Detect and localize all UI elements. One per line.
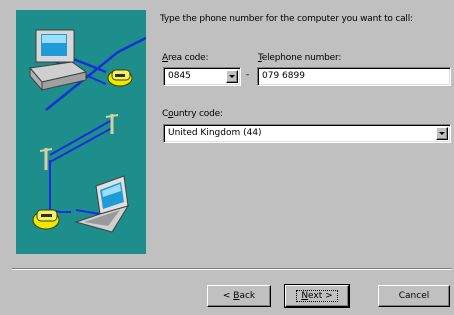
back-button-label: ack xyxy=(239,291,256,301)
computer-phone-line-illustration-icon xyxy=(16,10,146,254)
next-button[interactable]: Next > xyxy=(284,284,350,308)
phone-separator: - xyxy=(246,70,250,80)
dial-wizard-dialog: Type the phone number for the computer y… xyxy=(0,0,454,315)
telephone-number-label: Telephone number: xyxy=(258,53,341,63)
back-button[interactable]: < Back xyxy=(207,285,271,307)
area-code-combobox[interactable]: 0845 xyxy=(163,67,241,86)
cancel-button-label: Cancel xyxy=(398,291,430,301)
button-separator xyxy=(12,268,452,270)
next-button-focus: Next > xyxy=(296,290,338,302)
back-button-prefix: < xyxy=(222,291,234,301)
dial-prompt: Type the phone number for the computer y… xyxy=(160,14,413,24)
telephone-number-field[interactable]: 079 6899 xyxy=(257,67,451,86)
telephone-number-value: 079 6899 xyxy=(262,71,305,81)
country-code-value: United Kingdom (44) xyxy=(168,128,262,138)
area-code-label-text: rea code: xyxy=(167,53,209,63)
area-code-label: Area code: xyxy=(162,53,209,63)
chevron-down-icon[interactable] xyxy=(226,70,238,83)
next-button-label: ext > xyxy=(308,291,333,301)
cancel-button[interactable]: Cancel xyxy=(378,285,450,307)
telephone-number-label-text: elephone number: xyxy=(261,53,342,63)
chevron-down-icon[interactable] xyxy=(436,127,448,140)
country-code-combobox[interactable]: United Kingdom (44) xyxy=(163,124,451,143)
area-code-value: 0845 xyxy=(168,71,191,81)
country-code-label-text: untry code: xyxy=(173,109,223,119)
country-code-label: Country code: xyxy=(162,109,223,119)
